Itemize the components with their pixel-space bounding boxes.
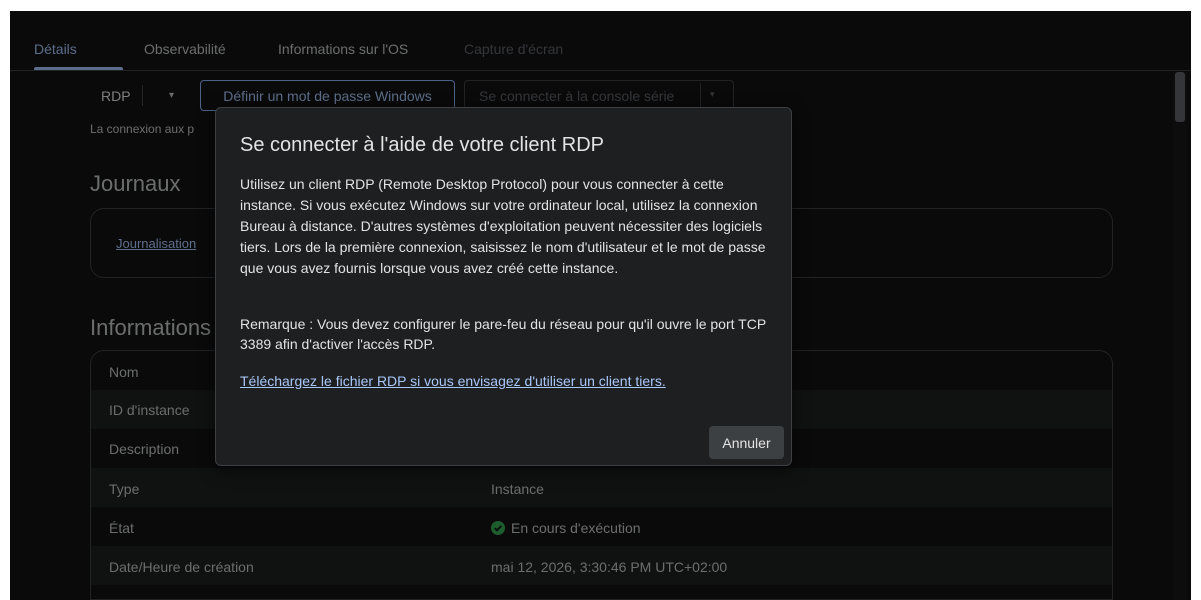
- dialog-body: Utilisez un client RDP (Remote Desktop P…: [240, 176, 766, 276]
- dialog-title: Se connecter à l'aide de votre client RD…: [240, 134, 605, 156]
- download-rdp-file-link[interactable]: Téléchargez le fichier RDP si vous envis…: [240, 373, 666, 389]
- rdp-connect-dialog: Se connecter à l'aide de votre client RD…: [215, 107, 792, 466]
- dialog-note: Remarque : Vous devez configurer le pare…: [240, 316, 766, 352]
- cancel-button[interactable]: Annuler: [709, 426, 784, 459]
- instance-details-page: Détails Observabilité Informations sur l…: [10, 11, 1191, 600]
- app-frame: Détails Observabilité Informations sur l…: [10, 11, 1191, 600]
